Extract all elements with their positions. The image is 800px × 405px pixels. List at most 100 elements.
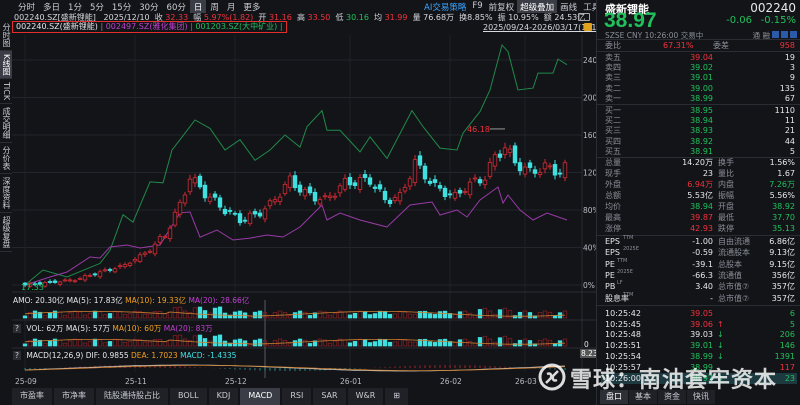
volume-bar bbox=[502, 335, 508, 347]
volume-bar bbox=[292, 312, 298, 319]
indicator-tab[interactable]: SAR bbox=[313, 388, 347, 405]
volume-bar bbox=[142, 313, 148, 319]
order-ratio-row: 委比 67.31% 委差 958 bbox=[601, 40, 797, 51]
min-price-label: 17.33 bbox=[21, 283, 44, 292]
volume-bar bbox=[437, 311, 443, 319]
vol-bars bbox=[22, 334, 568, 347]
tick-row: 10:25:48 39.03 ↓ 206 bbox=[601, 329, 797, 340]
diff-label: 委差 bbox=[713, 41, 729, 50]
tick-volume: 1391 bbox=[774, 352, 795, 361]
level-label: 买五 bbox=[605, 147, 621, 157]
stat-row: 最高 39.87 最低 37.70 bbox=[601, 212, 797, 223]
tick-time: 10:25:54 bbox=[605, 352, 641, 361]
candle-down bbox=[347, 176, 353, 186]
help-icon[interactable]: ? bbox=[13, 324, 21, 333]
volume-bar bbox=[197, 334, 203, 347]
volume-bar bbox=[377, 338, 383, 347]
vol-legend: ? VOL: 62万 MA(5): 57万 MA(10): 60万 MA(20)… bbox=[13, 323, 213, 334]
level-price: 38.99 bbox=[690, 94, 713, 104]
volume-bar bbox=[67, 340, 73, 347]
indicator-tab[interactable]: 市净率 bbox=[54, 388, 95, 405]
indicator-tab[interactable]: 陆股通持股占比 bbox=[96, 388, 169, 405]
candle-down bbox=[382, 190, 388, 201]
tick-row: 10:25:51 39.01 ↓ 146 bbox=[601, 340, 797, 351]
indicator-tab[interactable]: ⊞ bbox=[385, 388, 409, 405]
volume-bar bbox=[347, 342, 353, 347]
plus-icon[interactable] bbox=[790, 31, 797, 38]
volume-bar bbox=[127, 341, 133, 347]
indicator-tab[interactable]: 市盈率 bbox=[12, 388, 53, 405]
volume-bar bbox=[72, 338, 78, 347]
indicator-tab[interactable]: KDJ bbox=[208, 388, 240, 405]
candle-down bbox=[512, 145, 518, 164]
candle-up bbox=[522, 166, 528, 175]
level-price: 39.00 bbox=[690, 83, 713, 93]
diff-value: 958 bbox=[779, 41, 795, 50]
stat-row: 总量 14.20万 换手 1.56% bbox=[601, 157, 797, 168]
indicator-tab[interactable]: RSI bbox=[282, 388, 313, 405]
level-price: 39.01 bbox=[690, 73, 713, 83]
tick-row: 10:25:45 39.06 ↑ 5 bbox=[601, 319, 797, 330]
candle-down bbox=[527, 162, 533, 168]
candle-down bbox=[532, 169, 538, 174]
stat-label: 总量 bbox=[605, 158, 621, 167]
indicator-tab[interactable]: BOLL bbox=[170, 388, 208, 405]
volume-bar bbox=[252, 339, 258, 347]
candle-down bbox=[552, 164, 558, 176]
volume-bar bbox=[167, 311, 173, 319]
candle-down bbox=[517, 162, 523, 172]
copy-icon[interactable] bbox=[781, 31, 788, 38]
candle-up bbox=[302, 189, 308, 197]
ask-row: 卖五 39.04 19 bbox=[601, 52, 797, 63]
volume-bar bbox=[387, 341, 393, 347]
volume-bar bbox=[497, 337, 503, 347]
volume-bar bbox=[112, 310, 118, 319]
volume-bar bbox=[357, 310, 363, 319]
candle-up bbox=[172, 211, 178, 226]
help-icon[interactable]: ? bbox=[13, 351, 21, 360]
price-change: -0.06 bbox=[726, 15, 752, 26]
fund-value: -66.3 bbox=[692, 270, 713, 280]
volume-bar bbox=[182, 338, 188, 347]
candle-up bbox=[282, 184, 288, 194]
macd-plot bbox=[24, 364, 566, 372]
stat-value: 5.53亿 bbox=[687, 191, 713, 200]
volume-bar bbox=[257, 338, 263, 347]
volume-bar bbox=[402, 339, 408, 347]
stock-code: 002240 bbox=[750, 1, 796, 15]
stat-value: 39.87 bbox=[690, 213, 713, 222]
stat-label: 总额 bbox=[605, 191, 621, 200]
fund-value: 356亿 bbox=[771, 270, 795, 280]
amo-bars bbox=[22, 306, 568, 319]
ask-row: 卖二 39.00 135 bbox=[601, 83, 797, 94]
volume-bar bbox=[32, 310, 38, 319]
amo-legend: AMO: 20.30亿 MA(5): 17.83亿 MA(10): 19.33亿… bbox=[13, 295, 249, 306]
volume-bar bbox=[457, 311, 463, 319]
macd-params: MACD(12,26,9) bbox=[26, 351, 84, 360]
tick-direction-icon: ↓ bbox=[717, 352, 724, 361]
candle-up bbox=[317, 199, 323, 205]
candle-up bbox=[357, 177, 363, 190]
candle-up bbox=[102, 269, 108, 272]
candle-down bbox=[217, 197, 223, 208]
bid-row: 买一 38.95 1110 bbox=[601, 105, 797, 116]
volume-bar bbox=[97, 311, 103, 319]
volume-bar bbox=[32, 338, 38, 347]
volume-bar bbox=[537, 340, 543, 347]
indicator-tab[interactable]: MACD bbox=[240, 388, 282, 405]
stat-row: 总额 5.53亿 振幅 5.56% bbox=[601, 190, 797, 201]
fund-label-sup: 2025E bbox=[623, 246, 639, 253]
max-price-label: 46.18 bbox=[467, 125, 490, 134]
level-volume: 3 bbox=[789, 62, 795, 72]
indicator-tab[interactable]: W&R bbox=[347, 388, 385, 405]
edit-icon[interactable] bbox=[772, 31, 779, 38]
fund-value: 6.86亿 bbox=[769, 237, 795, 246]
candle-up bbox=[112, 268, 118, 273]
volume-bar bbox=[347, 314, 353, 319]
candle-down bbox=[92, 273, 98, 276]
candle-down bbox=[107, 269, 113, 271]
candle-up bbox=[162, 236, 168, 238]
volume-bar bbox=[22, 343, 28, 347]
volume-bar bbox=[302, 311, 308, 319]
fund-value: -39.1 bbox=[692, 259, 713, 269]
